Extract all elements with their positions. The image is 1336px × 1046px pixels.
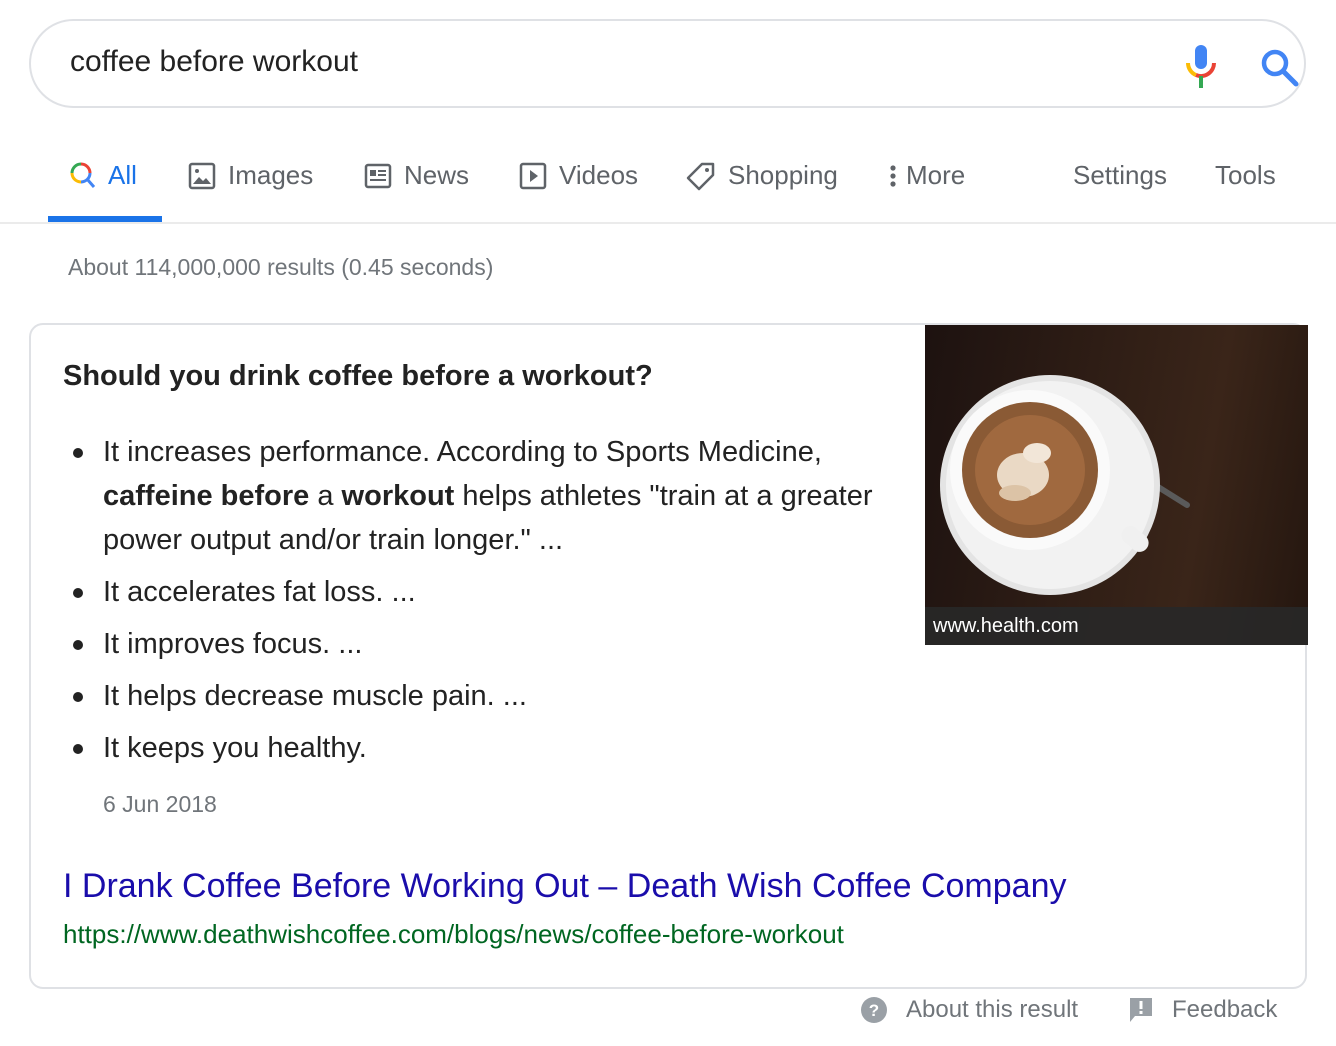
highlighted-term: caffeine before [103, 480, 310, 512]
snippet-text: It accelerates fat loss. ... [103, 576, 416, 608]
search-icon[interactable] [1259, 47, 1301, 89]
search-box[interactable]: coffee before workout [29, 19, 1306, 108]
search-input[interactable]: coffee before workout [70, 45, 358, 79]
tab-tools[interactable]: Tools [1215, 160, 1276, 191]
snippet-text: It increases performance. According to S… [103, 436, 822, 468]
more-vert-icon [890, 164, 896, 187]
feedback-icon [1130, 998, 1152, 1022]
tab-videos[interactable]: Videos [519, 160, 638, 191]
tag-icon [686, 162, 715, 190]
highlighted-term: workout [341, 480, 455, 512]
tab-more[interactable]: More [888, 160, 965, 191]
tab-label: Shopping [728, 160, 838, 190]
tab-settings[interactable]: Settings [1073, 160, 1167, 191]
tab-label: Images [228, 160, 314, 190]
snippet-list-item: It helps decrease muscle pain. ... [73, 674, 933, 718]
snippet-question: Should you drink coffee before a workout… [63, 360, 653, 392]
tab-label: News [404, 160, 470, 190]
snippet-list-item: It increases performance. According to S… [73, 430, 933, 562]
snippet-list-item: It improves focus. ... [73, 622, 933, 666]
tab-label: More [906, 160, 966, 190]
result-stats: About 114,000,000 results (0.45 seconds) [68, 254, 494, 280]
snippet-image[interactable]: www.health.com [925, 325, 1308, 645]
coffee-cup-image [940, 375, 1190, 595]
snippet-text: It improves focus. ... [103, 628, 363, 660]
snippet-list: It increases performance. According to S… [63, 430, 933, 778]
tab-images[interactable]: Images [188, 160, 313, 191]
snippet-date: 6 Jun 2018 [103, 791, 217, 817]
tab-all[interactable]: All [70, 160, 137, 191]
image-icon [188, 162, 216, 189]
tab-label: Tools [1215, 160, 1276, 190]
snippet-text: a [309, 480, 342, 512]
snippet-text: It keeps you healthy. [103, 732, 367, 764]
image-caption: www.health.com [925, 607, 1308, 645]
help-icon: ? [861, 997, 887, 1023]
microphone-icon[interactable] [1183, 45, 1219, 89]
newspaper-icon [364, 163, 392, 188]
play-icon [519, 162, 547, 189]
svg-text:?: ? [869, 1001, 879, 1020]
featured-snippet: Should you drink coffee before a workout… [29, 323, 1308, 989]
tab-label: Videos [559, 160, 639, 190]
feedback-button[interactable]: Feedback [1128, 996, 1277, 1024]
snippet-list-item: It keeps you healthy. [73, 726, 933, 770]
result-title-link[interactable]: I Drank Coffee Before Working Out – Deat… [63, 867, 1066, 906]
tab-label: All [108, 160, 137, 190]
result-url[interactable]: https://www.deathwishcoffee.com/blogs/ne… [63, 919, 844, 950]
tab-news[interactable]: News [364, 160, 469, 191]
about-result-label: About this result [906, 996, 1079, 1023]
search-tabs: All Images News Videos Shopping More Set… [0, 150, 1336, 224]
feedback-label: Feedback [1172, 996, 1278, 1023]
about-result-button[interactable]: ? About this result [860, 996, 1078, 1024]
snippet-text: It helps decrease muscle pain. ... [103, 680, 527, 712]
tab-label: Settings [1073, 160, 1167, 190]
search-icon [70, 162, 96, 188]
active-tab-indicator [48, 216, 162, 222]
snippet-list-item: It accelerates fat loss. ... [73, 570, 933, 614]
tab-shopping[interactable]: Shopping [686, 160, 838, 191]
